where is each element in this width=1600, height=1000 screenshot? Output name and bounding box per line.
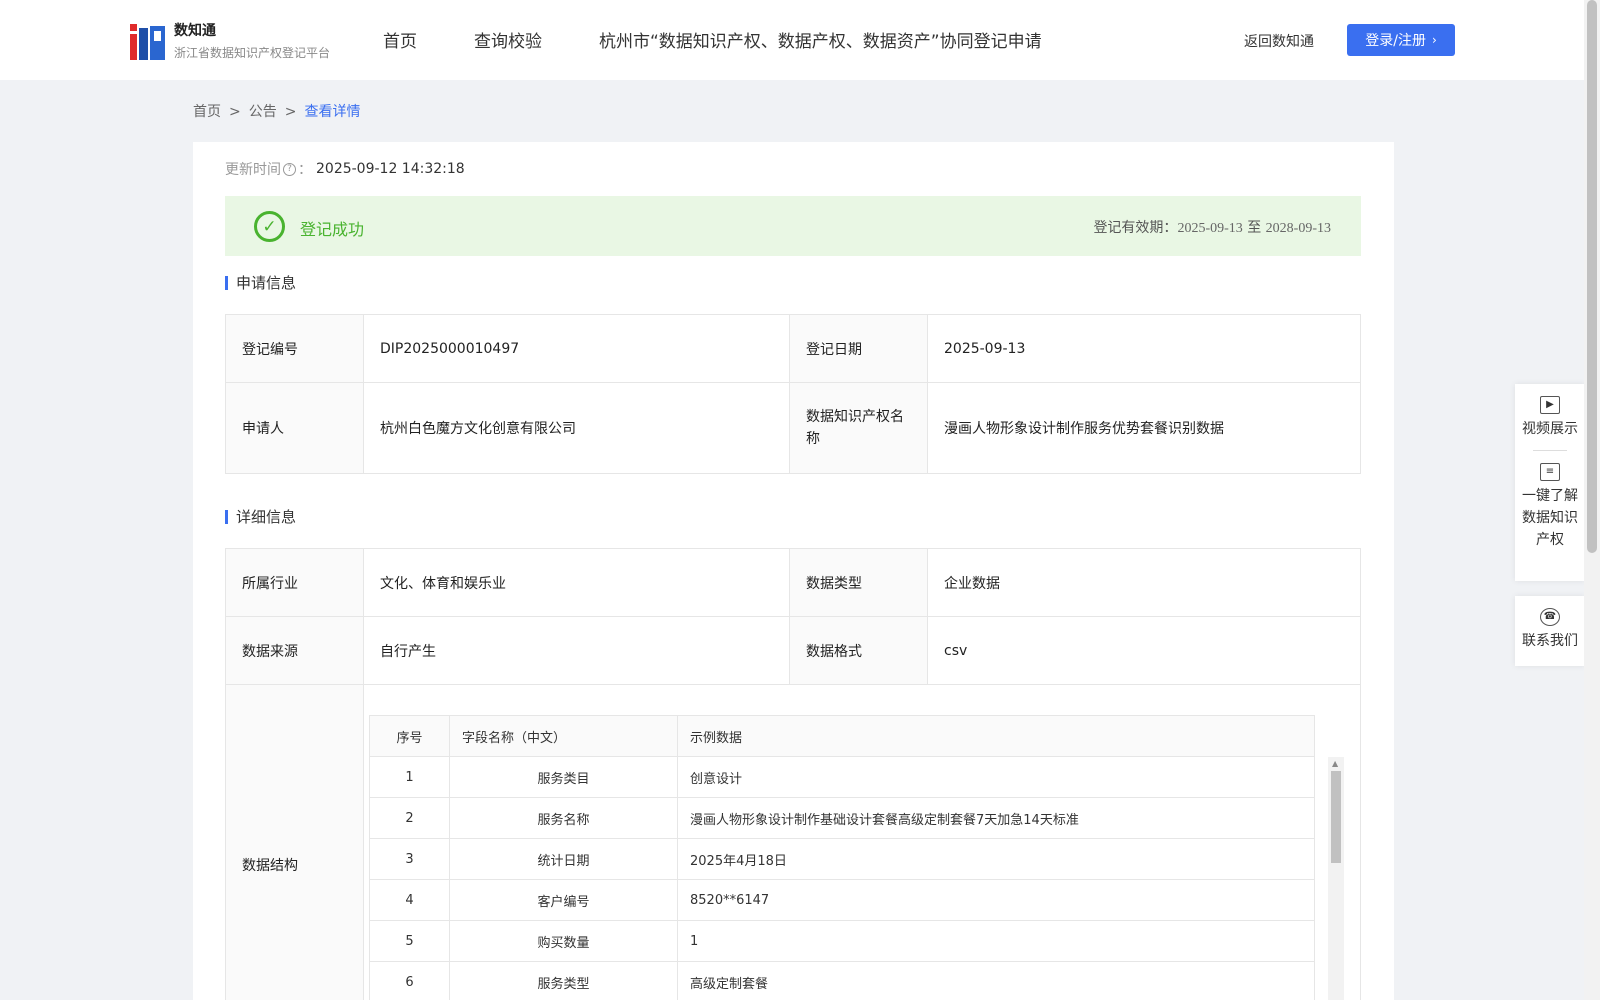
table-row: 6 服务类型 高级定制套餐 — [369, 961, 1315, 1000]
logo-title: 数知通 — [174, 23, 216, 39]
site-logo[interactable]: 数知通 浙江省数据知识产权登记平台 — [130, 20, 330, 61]
nav-hangzhou-apply[interactable]: 杭州市“数据知识产权、数据产权、数据资产”协同登记申请 — [599, 27, 1042, 52]
detail-card: 更新时间 ? ： 2025-09-12 14:32:18 ✓ 登记成功 登记有效… — [193, 142, 1394, 1000]
applicant-value: 杭州白色魔方文化创意有限公司 — [363, 382, 790, 474]
structure-label: 数据结构 — [225, 684, 364, 1000]
table-header-row: 序号 字段名称（中文） 示例数据 — [369, 715, 1315, 757]
nav-home[interactable]: 首页 — [383, 27, 417, 52]
phone-icon: ☎ — [1540, 608, 1560, 626]
table-row: 3 统计日期 2025年4月18日 — [369, 838, 1315, 880]
table-row: 4 客户编号 8520**6147 — [369, 879, 1315, 921]
section-bar — [225, 275, 228, 290]
table-row: 登记编号 DIP2025000010497 登记日期 2025-09-13 — [225, 314, 1361, 383]
format-value: csv — [927, 616, 1361, 685]
update-time: 更新时间 ? ： 2025-09-12 14:32:18 — [225, 161, 465, 178]
table-row: 2 服务名称 漫画人物形象设计制作基础设计套餐高级定制套餐7天加急14天标准 — [369, 797, 1315, 839]
table-row: 数据来源 自行产生 数据格式 csv — [225, 616, 1361, 685]
breadcrumb-current: 查看详情 — [304, 104, 361, 120]
back-link[interactable]: 返回数知通 — [1244, 31, 1314, 51]
check-circle-icon: ✓ — [254, 211, 285, 242]
table-row: 1 服务类目 创意设计 — [369, 756, 1315, 798]
page-scrollbar[interactable] — [1584, 0, 1600, 1000]
structure-scrollbar[interactable]: ▲ — [1328, 757, 1344, 1000]
ip-name-value: 漫画人物形象设计制作服务优势套餐识别数据 — [927, 382, 1361, 474]
chevron-right-icon: › — [1431, 33, 1437, 47]
video-showcase-button[interactable]: ▶ 视频展示 — [1515, 384, 1585, 438]
reg-no-value: DIP2025000010497 — [363, 314, 790, 383]
reg-date-value: 2025-09-13 — [927, 314, 1361, 383]
section-bar — [225, 509, 228, 524]
top-header: 数知通 浙江省数据知识产权登记平台 首页 查询校验 杭州市“数据知识产权、数据产… — [0, 0, 1584, 80]
source-value: 自行产生 — [363, 616, 790, 685]
apply-section-title: 申请信息 — [225, 272, 296, 293]
table-row: 5 购买数量 1 — [369, 920, 1315, 962]
table-row: 所属行业 文化、体育和娱乐业 数据类型 企业数据 — [225, 548, 1361, 617]
breadcrumb-notice[interactable]: 公告 — [249, 104, 277, 120]
detail-section-title: 详细信息 — [225, 506, 296, 527]
status-text: 登记成功 — [300, 220, 365, 239]
side-panel-contact: ☎ 联系我们 — [1515, 596, 1585, 666]
update-time-value: 2025-09-12 14:32:18 — [316, 161, 465, 177]
book-icon: ≡ — [1540, 463, 1560, 481]
apply-info-table: 登记编号 DIP2025000010497 登记日期 2025-09-13 申请… — [225, 314, 1361, 474]
logo-subtitle: 浙江省数据知识产权登记平台 — [174, 46, 331, 60]
breadcrumb: 首页 > 公告 > 查看详情 — [193, 104, 361, 120]
nav-query[interactable]: 查询校验 — [474, 27, 542, 52]
scroll-up-icon[interactable]: ▲ — [1332, 759, 1338, 768]
question-icon[interactable]: ? — [283, 162, 296, 176]
breadcrumb-home[interactable]: 首页 — [193, 104, 221, 120]
side-panel-top: ▶ 视频展示 ≡ 一键了解数据知识产权 — [1515, 384, 1585, 581]
structure-table: 序号 字段名称（中文） 示例数据 1 服务类目 创意设计 2 服务名称 漫画人物形象设计制… — [369, 715, 1315, 1000]
logo-mark-icon — [130, 22, 166, 60]
status-banner: ✓ 登记成功 登记有效期：2025-09-13 至 2028-09-13 — [225, 196, 1361, 256]
industry-value: 文化、体育和娱乐业 — [363, 548, 790, 617]
page-scroll-thumb[interactable] — [1587, 0, 1597, 553]
video-icon: ▶ — [1540, 396, 1560, 414]
structure-table-wrap[interactable]: 序号 字段名称（中文） 示例数据 1 服务类目 创意设计 2 服务名称 漫画人物形象设计制… — [369, 715, 1315, 1000]
contact-us-button[interactable]: ☎ 联系我们 — [1515, 596, 1585, 650]
login-register-button[interactable]: 登录/注册 › — [1347, 24, 1455, 56]
validity-period: 登记有效期：2025-09-13 至 2028-09-13 — [1093, 220, 1331, 236]
scroll-thumb[interactable] — [1331, 771, 1341, 863]
data-type-value: 企业数据 — [927, 548, 1361, 617]
table-row: 申请人 杭州白色魔方文化创意有限公司 数据知识产权名称 漫画人物形象设计制作服务… — [225, 382, 1361, 474]
main-nav: 首页 查询校验 杭州市“数据知识产权、数据产权、数据资产”协同登记申请 — [383, 27, 1099, 52]
learn-ip-button[interactable]: ≡ 一键了解数据知识产权 — [1515, 451, 1585, 551]
login-label: 登录/注册 — [1365, 33, 1426, 49]
